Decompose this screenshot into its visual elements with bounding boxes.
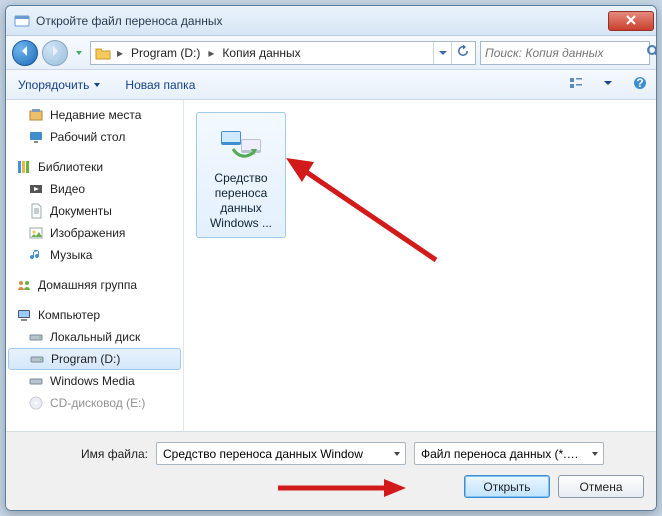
drive-icon [28,373,44,389]
file-list[interactable]: Средство переноса данных Windows ... [184,100,656,431]
navigation-pane[interactable]: Недавние места Рабочий стол Библиотеки В… [6,100,184,431]
pictures-icon [28,225,44,241]
app-icon [14,13,30,29]
close-button[interactable] [608,11,654,31]
file-item-migfile[interactable]: Средство переноса данных Windows ... [196,112,286,238]
tree-item-videos[interactable]: Видео [6,178,183,200]
tree-label: Изображения [50,226,125,240]
open-label: Открыть [483,480,530,494]
chevron-down-icon [600,75,616,94]
tree-item-documents[interactable]: Документы [6,200,183,222]
navbar: ▸ Program (D:) ▸ Копия данных [6,36,656,70]
file-open-dialog: Откройте файл переноса данных ▸ Program … [5,5,657,511]
bottom-bar: Имя файла: Средство переноса данных Wind… [6,431,656,510]
filename-combo[interactable]: Средство переноса данных Window [156,442,406,465]
homegroup-icon [16,277,32,293]
file-label: Средство переноса данных Windows ... [199,171,283,231]
annotation-arrow [278,477,408,502]
refresh-icon [457,45,469,60]
toolbar: Упорядочить Новая папка ? [6,70,656,100]
tree-item-desktop[interactable]: Рабочий стол [6,126,183,148]
tree-item-pictures[interactable]: Изображения [6,222,183,244]
document-icon [28,203,44,219]
tree-label: Видео [50,182,85,196]
tree-group-libraries[interactable]: Библиотеки [6,156,183,178]
refresh-button[interactable] [451,42,473,64]
filename-label: Имя файла: [18,447,148,461]
tree-label: Недавние места [50,108,141,122]
filter-value: Файл переноса данных (*.MIG [421,447,587,461]
breadcrumb-dropdown[interactable] [433,42,451,64]
music-icon [28,247,44,263]
tree-item-recent[interactable]: Недавние места [6,104,183,126]
tree-item-localdisk[interactable]: Локальный диск [6,326,183,348]
arrow-left-icon [19,45,31,60]
tree-label: CD-дисковод (E:) [50,396,145,410]
forward-button[interactable] [42,40,68,66]
tree-group-computer[interactable]: Компьютер [6,304,183,326]
file-type-filter[interactable]: Файл переноса данных (*.MIG [414,442,604,465]
folder-icon [95,45,111,61]
titlebar: Откройте файл переноса данных [6,6,656,36]
drive-icon [29,351,45,367]
computer-icon [16,307,32,323]
window-title: Откройте файл переноса данных [36,14,608,28]
search-input[interactable] [485,46,642,60]
drive-icon [28,329,44,345]
annotation-arrow [276,150,446,273]
tree-label: Рабочий стол [50,130,125,144]
tree-item-programd[interactable]: Program (D:) [8,348,181,370]
transfer-file-icon [217,119,265,167]
organize-label: Упорядочить [18,78,89,92]
back-button[interactable] [12,40,38,66]
chevron-right-icon: ▸ [113,46,127,60]
desktop-icon [28,129,44,145]
new-folder-button[interactable]: Новая папка [119,74,201,96]
open-button[interactable]: Открыть [464,475,550,498]
tree-item-cdrom[interactable]: CD-дисковод (E:) [6,392,183,414]
cancel-button[interactable]: Отмена [558,475,644,498]
help-button[interactable]: ? [630,75,650,95]
view-options-button[interactable] [566,75,586,95]
breadcrumb-segment-drive[interactable]: Program (D:) [127,44,204,62]
cd-icon [28,395,44,411]
chevron-right-icon: ▸ [204,46,218,60]
breadcrumb-segment-folder[interactable]: Копия данных [218,44,304,62]
tree-group-homegroup[interactable]: Домашняя группа [6,274,183,296]
tree-label: Документы [50,204,112,218]
nav-history-dropdown[interactable] [72,46,86,60]
tree-item-music[interactable]: Музыка [6,244,183,266]
chevron-down-icon [75,46,83,60]
cancel-label: Отмена [579,480,622,494]
tree-label: Домашняя группа [38,278,137,292]
organize-menu[interactable]: Упорядочить [12,74,107,96]
main-area: Недавние места Рабочий стол Библиотеки В… [6,100,656,431]
video-icon [28,181,44,197]
svg-text:?: ? [636,76,643,90]
search-box[interactable] [480,41,650,65]
new-folder-label: Новая папка [125,78,195,92]
tree-label: Музыка [50,248,92,262]
close-icon [626,14,636,28]
libraries-icon [16,159,32,175]
tree-item-winmedia[interactable]: Windows Media [6,370,183,392]
tree-label: Библиотеки [38,160,103,174]
tree-label: Компьютер [38,308,100,322]
view-icon [568,75,584,94]
tree-label: Program (D:) [51,352,120,366]
view-dropdown[interactable] [598,75,618,95]
help-icon: ? [632,75,648,94]
arrow-right-icon [49,45,61,60]
tree-label: Windows Media [50,374,135,388]
tree-label: Локальный диск [50,330,140,344]
recent-icon [28,107,44,123]
breadcrumb[interactable]: ▸ Program (D:) ▸ Копия данных [90,41,476,65]
filename-value: Средство переноса данных Window [163,447,363,461]
search-icon [646,44,657,61]
